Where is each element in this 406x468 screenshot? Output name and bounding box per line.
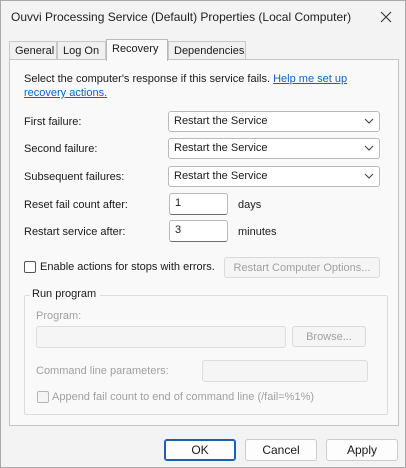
recovery-description: Select the computer's response if this s… <box>24 72 390 100</box>
restart-computer-options-button[interactable]: Restart Computer Options... <box>224 257 380 278</box>
tab-dependencies[interactable]: Dependencies <box>168 41 246 60</box>
append-fail-count-checkbox[interactable] <box>37 391 49 403</box>
chevron-down-icon <box>364 118 374 124</box>
program-input[interactable] <box>36 326 286 348</box>
command-line-params-input[interactable] <box>202 360 368 382</box>
second-failure-value: Restart the Service <box>174 142 268 154</box>
restart-service-unit: minutes <box>238 226 277 238</box>
program-label: Program: <box>36 310 82 322</box>
recovery-panel: Select the computer's response if this s… <box>9 59 399 426</box>
first-failure-label: First failure: <box>24 116 82 128</box>
second-failure-label: Second failure: <box>24 143 98 155</box>
apply-label: Apply <box>346 443 378 457</box>
tab-dependencies-label: Dependencies <box>174 45 245 57</box>
ok-button[interactable]: OK <box>164 439 236 461</box>
apply-button[interactable]: Apply <box>326 439 398 461</box>
tab-recovery-label: Recovery <box>112 43 159 55</box>
close-button[interactable] <box>373 5 399 29</box>
append-fail-count-label: Append fail count to end of command line… <box>52 391 315 403</box>
restart-service-label: Restart service after: <box>24 226 126 238</box>
reset-fail-count-label: Reset fail count after: <box>24 199 128 211</box>
chevron-down-icon <box>364 173 374 179</box>
tab-general[interactable]: General <box>9 41 57 60</box>
description-text: Select the computer's response if this s… <box>24 73 271 85</box>
properties-dialog: Ouvvi Processing Service (Default) Prope… <box>0 0 406 468</box>
cancel-button[interactable]: Cancel <box>245 439 317 461</box>
subsequent-failures-select[interactable]: Restart the Service <box>168 166 380 187</box>
reset-fail-count-unit: days <box>238 199 262 211</box>
restart-service-input[interactable]: 3 <box>169 220 228 242</box>
tab-recovery[interactable]: Recovery <box>106 39 168 61</box>
window-title: Ouvvi Processing Service (Default) Prope… <box>11 10 352 24</box>
tab-log-on-label: Log On <box>63 45 100 57</box>
cancel-label: Cancel <box>262 443 300 457</box>
chevron-down-icon <box>364 145 374 151</box>
second-failure-select[interactable]: Restart the Service <box>168 138 380 159</box>
tab-log-on[interactable]: Log On <box>57 41 106 60</box>
tab-general-label: General <box>15 45 55 57</box>
reset-fail-count-input[interactable]: 1 <box>169 193 228 215</box>
run-program-group-label: Run program <box>30 288 101 300</box>
close-icon <box>380 11 392 23</box>
restart-service-value: 3 <box>175 224 182 236</box>
restart-computer-options-label: Restart Computer Options... <box>233 261 371 274</box>
browse-label: Browse... <box>306 330 352 343</box>
ok-label: OK <box>191 443 209 457</box>
first-failure-value: Restart the Service <box>174 115 268 127</box>
browse-button[interactable]: Browse... <box>292 326 366 347</box>
first-failure-select[interactable]: Restart the Service <box>168 111 380 132</box>
reset-fail-count-value: 1 <box>175 197 182 209</box>
subsequent-failures-value: Restart the Service <box>174 170 268 182</box>
title-bar: Ouvvi Processing Service (Default) Prope… <box>1 1 405 35</box>
enable-actions-checkbox[interactable] <box>24 261 36 273</box>
command-line-params-label: Command line parameters: <box>36 365 169 377</box>
enable-actions-label: Enable actions for stops with errors. <box>40 261 215 273</box>
subsequent-failures-label: Subsequent failures: <box>24 171 125 183</box>
